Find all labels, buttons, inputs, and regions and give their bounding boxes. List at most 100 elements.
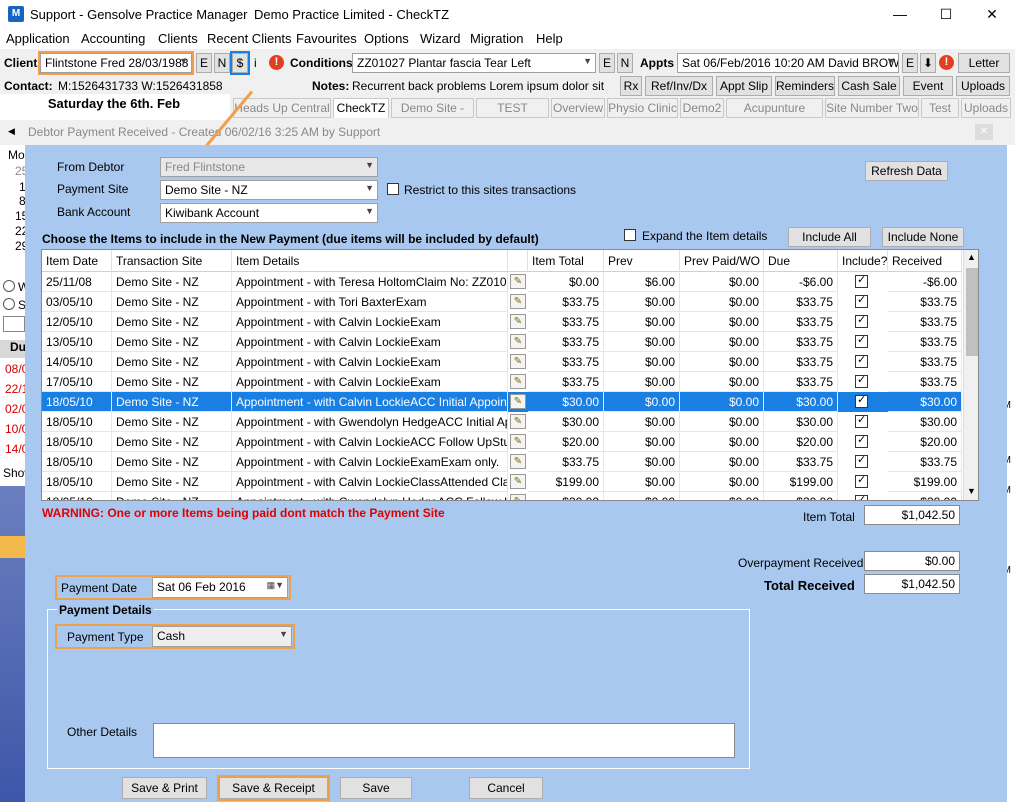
minimize-icon[interactable]: — xyxy=(877,0,923,29)
menu-application[interactable]: Application xyxy=(6,31,70,46)
collapse-icon[interactable]: ◀ xyxy=(8,126,15,137)
maximize-icon[interactable]: ☐ xyxy=(923,0,969,29)
include-checkbox[interactable] xyxy=(855,473,868,488)
ref-inv-dx-button[interactable]: Ref/Inv/Dx xyxy=(645,76,713,96)
menu-accounting[interactable]: Accounting xyxy=(81,31,145,46)
event-button[interactable]: Event xyxy=(903,76,953,96)
grid-scroll-thumb[interactable] xyxy=(966,268,978,356)
bank-account-select[interactable]: Kiwibank Account ▼ xyxy=(160,203,378,223)
edit-pencil-icon[interactable]: ✎ xyxy=(510,414,526,429)
download-icon[interactable]: ⬇ xyxy=(920,53,936,73)
overpayment-value[interactable]: $0.00 xyxy=(864,551,960,571)
include-checkbox[interactable] xyxy=(855,453,868,468)
table-row[interactable]: 17/05/10 Demo Site - NZ Appointment - with… xyxy=(42,372,962,392)
col-item-total[interactable]: Item Total xyxy=(528,250,604,272)
table-row[interactable]: 18/05/10Demo Site - NZAppointment - with… xyxy=(42,492,962,500)
include-checkbox[interactable] xyxy=(855,313,868,328)
from-debtor-select[interactable]: Fred Flintstone ▼ xyxy=(160,157,378,177)
cancel-button[interactable]: Cancel xyxy=(469,777,543,799)
col-item-date[interactable]: Item Date xyxy=(42,250,112,272)
include-checkbox[interactable] xyxy=(855,293,868,308)
col-prev[interactable]: Prev xyxy=(604,250,680,272)
payment-date-picker[interactable]: Sat 06 Feb 2016 ▦▼ xyxy=(152,577,288,598)
tab-heads-up-central[interactable]: Heads Up Central xyxy=(233,98,331,118)
edit-pencil-icon[interactable]: ✎ xyxy=(510,294,526,309)
close-icon[interactable]: ✕ xyxy=(969,0,1015,29)
appts-select[interactable]: Sat 06/Feb/2016 10:20 AM David BROW ▼ xyxy=(677,53,899,73)
tab-checktz[interactable]: CheckTZ xyxy=(333,98,389,118)
menu-clients[interactable]: Clients xyxy=(158,31,198,46)
alert-icon[interactable]: ! xyxy=(269,55,284,70)
reminders-button[interactable]: Reminders xyxy=(775,76,835,96)
appt-slip-button[interactable]: Appt Slip xyxy=(716,76,772,96)
tab-overview[interactable]: Overview xyxy=(551,98,605,118)
table-row[interactable]: 12/05/10 Demo Site - NZ Appointment - with… xyxy=(42,312,962,332)
table-row[interactable]: 18/05/10Demo Site - NZAppointment - with… xyxy=(42,392,962,412)
table-row[interactable]: 03/05/10 Demo Site - NZ Appointment - with… xyxy=(42,292,962,312)
client-n-button[interactable]: N xyxy=(214,53,230,73)
col-received[interactable]: Received xyxy=(888,250,962,272)
cash-sale-button[interactable]: Cash Sale xyxy=(838,76,900,96)
tab-acupunture-house[interactable]: Acupunture House xyxy=(726,98,823,133)
table-row[interactable]: 18/05/10Demo Site - NZAppointment - with… xyxy=(42,432,962,452)
rx-button[interactable]: Rx xyxy=(620,76,642,96)
conditions-select[interactable]: ZZ01027 Plantar fascia Tear Left ▼ xyxy=(352,53,596,73)
radio-s[interactable] xyxy=(3,298,15,310)
tab-test-room[interactable]: TEST ROOM xyxy=(476,98,549,133)
tab-demo2[interactable]: Demo2 xyxy=(680,98,724,118)
appts-alert-icon[interactable]: ! xyxy=(939,55,954,70)
grid-scrollbar[interactable]: ▲ ▼ xyxy=(963,250,978,500)
uploads-button[interactable]: Uploads xyxy=(956,76,1010,96)
save-print-button[interactable]: Save & Print xyxy=(122,777,207,799)
menu-options[interactable]: Options xyxy=(364,31,409,46)
include-checkbox[interactable] xyxy=(855,333,868,348)
side-button-active[interactable] xyxy=(0,536,25,558)
expand-details-checkbox[interactable] xyxy=(624,229,636,241)
payment-site-select[interactable]: Demo Site - NZ ▼ xyxy=(160,180,378,200)
edit-pencil-icon[interactable]: ✎ xyxy=(510,474,526,489)
col-item-details[interactable]: Item Details xyxy=(232,250,508,272)
conditions-e-button[interactable]: E xyxy=(599,53,615,73)
payment-type-select[interactable]: Cash ▼ xyxy=(152,626,292,647)
appts-e-button[interactable]: E xyxy=(902,53,918,73)
tab-site-number-two[interactable]: Site Number Two xyxy=(825,98,919,118)
client-info-icon[interactable]: i xyxy=(254,56,257,70)
conditions-n-button[interactable]: N xyxy=(617,53,633,73)
client-payment-button[interactable]: $ xyxy=(230,51,250,75)
tab-demo-site-nz[interactable]: Demo Site - NZ xyxy=(391,98,474,133)
left-input[interactable] xyxy=(3,316,25,332)
restrict-checkbox[interactable] xyxy=(387,183,399,195)
edit-pencil-icon[interactable]: ✎ xyxy=(510,354,526,369)
edit-pencil-icon[interactable]: ✎ xyxy=(510,394,526,409)
client-e-button[interactable]: E xyxy=(196,53,212,73)
include-all-button[interactable]: Include All xyxy=(788,227,871,247)
table-row[interactable]: 25/11/08 Demo Site - NZ Appointment - with… xyxy=(42,272,962,292)
include-checkbox[interactable] xyxy=(855,493,868,500)
col-prev-paid[interactable]: Prev Paid/WO xyxy=(680,250,764,272)
save-receipt-button[interactable]: Save & Receipt xyxy=(217,775,330,801)
table-row[interactable]: 18/05/10Demo Site - NZAppointment - with… xyxy=(42,452,962,472)
side-button-strip[interactable] xyxy=(0,486,25,802)
include-checkbox[interactable] xyxy=(855,393,868,408)
edit-pencil-icon[interactable]: ✎ xyxy=(510,434,526,449)
menu-migration[interactable]: Migration xyxy=(470,31,523,46)
save-button[interactable]: Save xyxy=(340,777,412,799)
edit-pencil-icon[interactable]: ✎ xyxy=(510,374,526,389)
edit-pencil-icon[interactable]: ✎ xyxy=(510,314,526,329)
menu-recent-clients[interactable]: Recent Clients xyxy=(207,31,292,46)
menu-help[interactable]: Help xyxy=(536,31,563,46)
tab-uploads[interactable]: Uploads xyxy=(961,98,1011,118)
radio-w[interactable] xyxy=(3,280,15,292)
include-none-button[interactable]: Include None xyxy=(882,227,964,247)
refresh-data-button[interactable]: Refresh Data xyxy=(865,161,948,181)
include-checkbox[interactable] xyxy=(855,353,868,368)
menu-favourites[interactable]: Favourites xyxy=(296,31,357,46)
include-checkbox[interactable] xyxy=(855,373,868,388)
table-row[interactable]: 14/05/10 Demo Site - NZ Appointment - with… xyxy=(42,352,962,372)
table-row[interactable]: 13/05/10 Demo Site - NZ Appointment - with… xyxy=(42,332,962,352)
table-row[interactable]: 18/05/10Demo Site - NZAppointment - with… xyxy=(42,472,962,492)
table-row[interactable]: 18/05/10Demo Site - NZAppointment - with… xyxy=(42,412,962,432)
tab-test[interactable]: Test xyxy=(921,98,959,118)
col-edit[interactable] xyxy=(508,250,528,272)
col-include[interactable]: Include? xyxy=(838,250,888,272)
